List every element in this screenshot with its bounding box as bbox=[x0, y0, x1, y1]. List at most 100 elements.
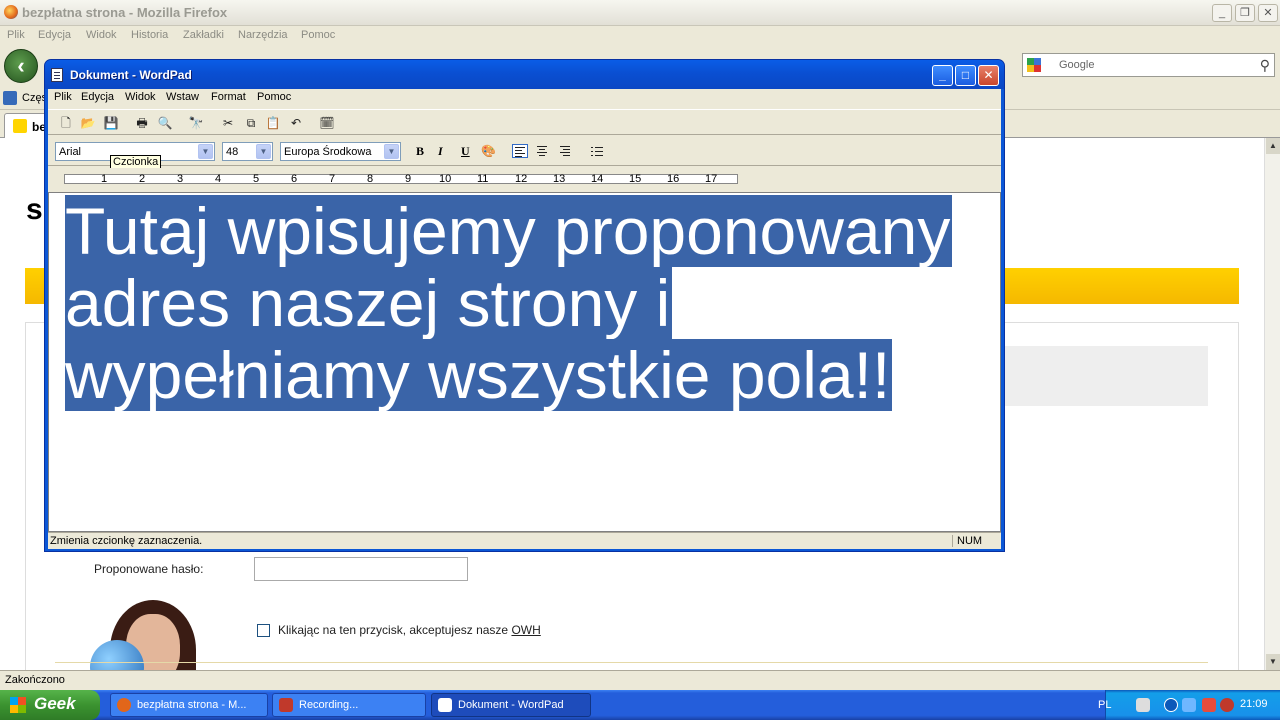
font-value: Arial bbox=[59, 146, 82, 158]
password-input[interactable] bbox=[254, 557, 468, 581]
search-input[interactable]: Google bbox=[1059, 59, 1094, 71]
ruler-number: 6 bbox=[291, 173, 298, 185]
menu-historia[interactable]: Historia bbox=[131, 29, 168, 41]
insert-datetime-icon[interactable]: 🗓 bbox=[319, 115, 335, 131]
owh-link[interactable]: OWH bbox=[511, 623, 540, 637]
wordpad-window[interactable]: Dokument - WordPad _ □ ✕ Plik Edycja Wid… bbox=[44, 59, 1005, 552]
bold-button[interactable]: B bbox=[416, 144, 424, 159]
undo-icon[interactable]: ↶ bbox=[288, 115, 304, 131]
wp-maximize-button[interactable]: □ bbox=[955, 65, 976, 86]
taskbar-item-label: Recording... bbox=[299, 699, 359, 711]
taskbar-item-recording[interactable]: Recording... bbox=[272, 693, 426, 717]
search-icon[interactable]: ⚲ bbox=[1260, 57, 1270, 74]
windows-logo-icon bbox=[10, 697, 26, 713]
menu-widok[interactable]: Widok bbox=[86, 29, 117, 41]
ruler-number: 5 bbox=[253, 173, 260, 185]
wordpad-title: Dokument - WordPad bbox=[70, 68, 192, 82]
wp-status-text: Zmienia czcionkę zaznaczenia. bbox=[50, 535, 203, 547]
wp-menu-format[interactable]: Format bbox=[211, 91, 246, 103]
wordpad-titlebar[interactable]: Dokument - WordPad _ □ ✕ bbox=[45, 60, 1004, 89]
language-indicator[interactable]: PL bbox=[1098, 699, 1111, 711]
wordpad-icon bbox=[51, 68, 63, 82]
close-button[interactable]: ✕ bbox=[1258, 4, 1278, 22]
accept-checkbox[interactable] bbox=[257, 624, 270, 637]
taskbar-item-firefox[interactable]: bezpłatna strona - M... bbox=[110, 693, 268, 717]
chevron-down-icon[interactable]: ▼ bbox=[198, 144, 213, 159]
site-logo: s bbox=[26, 193, 43, 226]
chevron-left-icon[interactable] bbox=[1164, 698, 1178, 712]
scroll-up-icon[interactable]: ▲ bbox=[1266, 138, 1280, 154]
ruler-number: 8 bbox=[367, 173, 374, 185]
open-icon[interactable]: 📂 bbox=[80, 115, 96, 131]
print-preview-icon[interactable]: 🔍 bbox=[157, 115, 173, 131]
new-icon[interactable]: 🗋 bbox=[58, 115, 74, 131]
selected-text-line[interactable]: adres naszej strony i bbox=[65, 267, 673, 339]
ruler-number: 12 bbox=[515, 173, 528, 185]
keyboard-icon[interactable] bbox=[1136, 698, 1150, 712]
maximize-button[interactable]: ❐ bbox=[1235, 4, 1255, 22]
chevron-down-icon[interactable]: ▼ bbox=[384, 144, 399, 159]
wordpad-statusbar: Zmienia czcionkę zaznaczenia. NUM bbox=[48, 532, 1001, 549]
save-icon[interactable]: 💾 bbox=[103, 115, 119, 131]
ruler-number: 2 bbox=[139, 173, 146, 185]
find-icon[interactable]: 🔭 bbox=[188, 115, 204, 131]
start-button[interactable]: Geek bbox=[0, 690, 100, 720]
firefox-titlebar: bezpłatna strona - Mozilla Firefox _ ❐ ✕ bbox=[0, 0, 1280, 26]
menu-zakladki[interactable]: Zakładki bbox=[183, 29, 224, 41]
menu-pomoc[interactable]: Pomoc bbox=[301, 29, 335, 41]
wp-menu-pomoc[interactable]: Pomoc bbox=[257, 91, 291, 103]
size-value: 48 bbox=[226, 146, 239, 158]
firefox-icon bbox=[117, 698, 131, 712]
security-icon[interactable] bbox=[1202, 698, 1216, 712]
wp-close-button[interactable]: ✕ bbox=[978, 65, 999, 86]
script-select[interactable]: Europa Środkowa ▼ bbox=[280, 142, 401, 161]
wordpad-icon bbox=[438, 698, 452, 712]
underline-button[interactable]: U bbox=[461, 144, 470, 159]
wp-menu-wstaw[interactable]: Wstaw bbox=[166, 91, 199, 103]
color-icon[interactable]: 🎨 bbox=[481, 144, 496, 158]
selected-text-line[interactable]: Tutaj wpisujemy proponowany bbox=[65, 195, 953, 267]
selected-text-line[interactable]: wypełniamy wszystkie pola!! bbox=[65, 339, 893, 411]
scroll-down-icon[interactable]: ▼ bbox=[1266, 654, 1280, 670]
taskbar-item-wordpad[interactable]: Dokument - WordPad bbox=[431, 693, 591, 717]
ruler-number: 13 bbox=[553, 173, 566, 185]
vertical-scrollbar[interactable]: ▲ ▼ bbox=[1264, 138, 1280, 670]
ruler[interactable]: 1 2 3 4 5 6 7 8 9 10 11 12 13 14 15 16 1… bbox=[48, 168, 1001, 190]
cut-icon[interactable]: ✂ bbox=[220, 115, 236, 131]
ruler-number: 14 bbox=[591, 173, 604, 185]
clock: 21:09 bbox=[1240, 698, 1268, 710]
document-area[interactable]: Tutaj wpisujemy proponowany adres naszej… bbox=[48, 192, 1001, 532]
align-center-icon[interactable] bbox=[535, 144, 551, 158]
accept-text: Klikając na ten przycisk, akceptujesz na… bbox=[278, 623, 541, 637]
wp-menu-edycja[interactable]: Edycja bbox=[81, 91, 114, 103]
menu-edycja[interactable]: Edycja bbox=[38, 29, 71, 41]
ruler-number: 17 bbox=[705, 173, 718, 185]
antivirus-icon[interactable] bbox=[1220, 698, 1234, 712]
favicon-icon bbox=[13, 119, 27, 133]
script-value: Europa Środkowa bbox=[284, 146, 372, 158]
copy-icon[interactable]: ⧉ bbox=[243, 115, 259, 131]
wp-minimize-button[interactable]: _ bbox=[932, 65, 953, 86]
bullets-icon[interactable] bbox=[589, 144, 605, 158]
paste-icon[interactable]: 📋 bbox=[265, 115, 281, 131]
size-select[interactable]: 48 ▼ bbox=[222, 142, 273, 161]
network-icon[interactable] bbox=[1182, 698, 1196, 712]
print-icon[interactable]: 🖶 bbox=[134, 115, 150, 131]
ruler-number: 10 bbox=[439, 173, 452, 185]
wp-menu-widok[interactable]: Widok bbox=[125, 91, 156, 103]
search-box[interactable]: Google ⚲ bbox=[1022, 53, 1275, 77]
align-left-icon[interactable] bbox=[512, 144, 528, 158]
menu-narzedzia[interactable]: Narzędzia bbox=[238, 29, 288, 41]
format-toolbar: Arial ▼ 48 ▼ Europa Środkowa ▼ B I U 🎨 bbox=[48, 136, 1001, 166]
gray-panel bbox=[1002, 346, 1208, 406]
align-right-icon[interactable] bbox=[558, 144, 574, 158]
minimize-button[interactable]: _ bbox=[1212, 4, 1232, 22]
ruler-number: 11 bbox=[477, 173, 489, 185]
status-text: Zakończono bbox=[5, 674, 65, 686]
chevron-down-icon[interactable]: ▼ bbox=[256, 144, 271, 159]
wp-menu-plik[interactable]: Plik bbox=[54, 91, 72, 103]
menu-plik[interactable]: Plik bbox=[7, 29, 25, 41]
italic-button[interactable]: I bbox=[438, 144, 443, 159]
taskbar: Geek bezpłatna strona - M... Recording..… bbox=[0, 690, 1280, 720]
back-arrow-icon[interactable]: ‹ bbox=[4, 49, 38, 83]
